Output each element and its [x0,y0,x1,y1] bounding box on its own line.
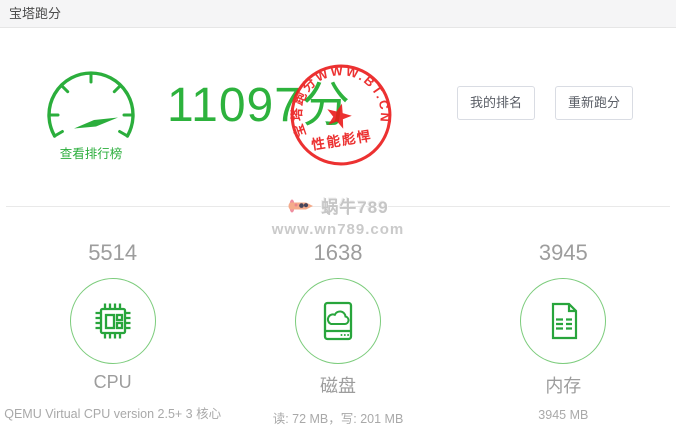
gauge-block: 查看排行榜 [44,71,138,163]
score-number: 11097 [167,79,302,132]
cpu-stat-circle [69,278,156,364]
speedometer-gauge-icon [47,71,135,138]
cpu-label: CPU [93,372,132,392]
memory-stat-circle [520,278,607,364]
stamp-seal: 宝塔跑分WWW.BT.CN 性能彪悍 [287,61,395,166]
stats-row: 5514 CPU QEMU Virtual CPU version 2.5+ 3… [0,240,676,427]
watermark-name: 蜗牛789 [321,198,389,217]
stat-cpu: 5514 CPU QEMU Virtual CPU version 2.5+ 3… [0,240,225,427]
stat-disk: 1638 磁盘 读: 72 MB，写: 201 MB [225,240,450,427]
cpu-chip-icon [95,303,131,339]
topbar: 宝塔跑分 [0,0,676,28]
snail-icon [288,199,314,212]
disk-score: 1638 [313,240,363,265]
view-leaderboard-link[interactable]: 查看排行榜 [60,143,123,162]
cpu-desc: QEMU Virtual CPU version 2.5+ 3 核心 [4,407,222,421]
rerun-benchmark-button[interactable]: 重新跑分 [555,86,633,120]
page-title: 宝塔跑分 [9,6,62,21]
disk-label: 磁盘 [319,376,356,396]
watermark: 蜗牛789 www.wn789.com [0,193,676,238]
disk-icon [323,301,353,341]
gauge-needle [74,117,118,129]
disk-desc: 读: 72 MB，写: 201 MB [272,412,404,426]
memory-desc: 3945 MB [538,408,589,422]
my-rank-button[interactable]: 我的排名 [457,86,535,120]
cpu-score: 5514 [88,240,138,265]
benchmark-page: 宝塔跑分 查看排行榜 11097分 宝塔跑分WWW.BT.CN 性能彪悍 我的排… [0,0,676,437]
memory-icon [552,302,578,340]
memory-score: 3945 [538,240,588,265]
watermark-url: www.wn789.com [271,221,405,238]
star-icon [327,103,352,129]
stat-memory: 3945 内存 3945 MB [451,240,676,427]
stamp-slogan: 性能彪悍 [310,127,373,152]
memory-label: 内存 [545,376,582,396]
disk-stat-circle [294,278,381,364]
